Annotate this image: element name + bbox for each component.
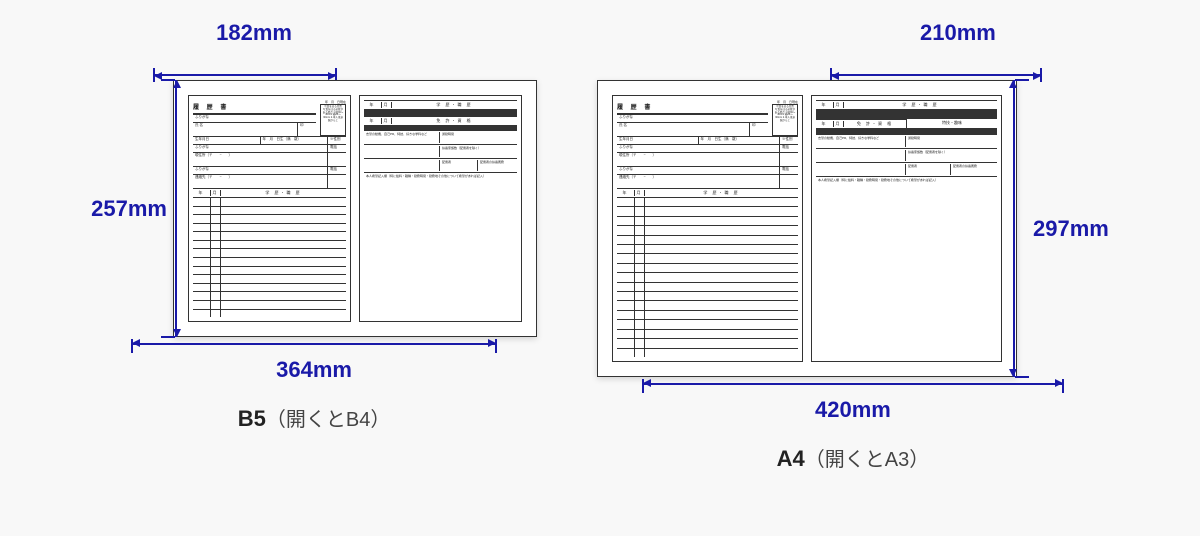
addr-furigana: ふりがな <box>193 145 328 152</box>
lic-skill-header-a4: 年月免 許・資 格 特技・趣味 <box>816 118 997 128</box>
a4-height-dim: 297mm <box>1023 216 1109 242</box>
telv-a4 <box>780 153 798 166</box>
tel-val <box>328 153 346 166</box>
motivation-label: 志望の動機、自己PR、特技、好きな学科など <box>366 132 439 143</box>
motivation-area <box>366 146 439 157</box>
contact-tel-val <box>328 175 346 188</box>
dependents-a4: 扶養家族数（配偶者を除く） <box>905 150 995 161</box>
commute-label: 通勤時間 <box>439 132 515 143</box>
edu-header-a4r: 年月学 歴・職 歴 <box>816 100 997 109</box>
edu-lines-b5 <box>193 197 346 317</box>
edu-lines-a4 <box>617 197 798 357</box>
gender-label: ※性別 <box>328 137 346 144</box>
a4-left-page: 履 歴 書 ふりがな 氏 名印 年 月 日現在 写真をはる位置 写真をはる必要が… <box>612 95 803 362</box>
bdv-a4: 年 月 日生（満 歳） <box>699 137 781 144</box>
diagram-container: 182mm 257mm <box>40 20 1160 472</box>
birthdate-val: 年 月 日生（満 歳） <box>261 137 329 144</box>
b5-top-dim-row <box>92 46 536 76</box>
lic-header-b5: 年月免 許・資 格 <box>364 116 517 125</box>
edu-header-a4: 年月学 歴・職 歴 <box>617 188 798 197</box>
a4-bottom-arrow <box>643 383 1063 397</box>
contact-label: 連絡先（〒 − ） <box>193 175 328 188</box>
a4-spread: 履 歴 書 ふりがな 氏 名印 年 月 日現在 写真をはる位置 写真をはる必要が… <box>597 80 1017 377</box>
dependents-label: 扶養家族数（配偶者を除く） <box>439 146 515 157</box>
name-label: 氏 名 <box>193 123 298 136</box>
addr-furi-a4: ふりがな <box>617 145 780 152</box>
b5-height-dim: 257mm <box>91 196 167 222</box>
skills-header-a4: 特技・趣味 <box>907 119 997 128</box>
motivation-area-2 <box>366 160 439 171</box>
b5-block: 182mm 257mm <box>91 20 537 432</box>
photo-box: 写真をはる位置 写真をはる必要がある場合 1.縦36〜40mm 横24〜30mm… <box>320 104 346 136</box>
birthdate-label: 生年月日 <box>193 137 261 144</box>
gender-a4: ※性別 <box>780 137 798 144</box>
motivation-area-a4-2 <box>818 164 905 175</box>
contact-tel-label: 電話 <box>328 167 346 174</box>
b5-caption: B5（開くとB4） <box>238 403 391 432</box>
doc-title-a4: 履 歴 書 <box>617 100 768 113</box>
b5-left-page: 履 歴 書 ふりがな 氏 名印 年 月 日現在 写真をはる位置 写真をはる必要が… <box>188 95 351 322</box>
seal-box: 印 <box>298 123 316 136</box>
con-telv-a4 <box>780 175 798 188</box>
a4-mid-row: 履 歴 書 ふりがな 氏 名印 年 月 日現在 写真をはる位置 写真をはる必要が… <box>597 80 1109 377</box>
spouse-label: 配偶者 <box>442 160 477 171</box>
bd-a4: 生年月日 <box>617 137 699 144</box>
a4-top-dim-row <box>603 46 1103 76</box>
a4-top-arrow <box>831 46 1041 76</box>
photo-box-a4: 写真をはる位置 写真をはる必要がある場合 1.縦36〜40mm 横24〜30mm… <box>772 104 798 136</box>
motivation-area-a4 <box>818 150 905 161</box>
b5-bottom-dim: 364mm <box>91 343 537 383</box>
spouse-a4: 配偶者 <box>908 164 950 175</box>
edu-lines-a4r <box>816 109 997 118</box>
edu-lines-b5r <box>364 109 517 116</box>
edu-header-b5: 年月学 歴・職 歴 <box>193 188 346 197</box>
edu-header-b5r: 年月学 歴・職 歴 <box>364 100 517 109</box>
b5-page-width-label: 182mm <box>216 20 292 46</box>
con-a4: 連絡先（〒 − ） <box>617 175 780 188</box>
wishes-label: 本人希望記入欄（特に給料・職種・勤務時間・勤務地その他について希望があれば記入） <box>366 174 486 194</box>
spouse-sup-a4: 配偶者の扶養義務 <box>950 164 995 175</box>
a4-bottom-dim: 420mm <box>597 383 1109 423</box>
a4-height-arrow <box>1013 80 1031 377</box>
tel-a4: 電話 <box>780 145 798 152</box>
commute-a4: 通勤時間 <box>905 136 995 147</box>
b5-spread: 履 歴 書 ふりがな 氏 名印 年 月 日現在 写真をはる位置 写真をはる必要が… <box>173 80 537 337</box>
seal-a4: 印 <box>750 123 768 136</box>
lower-boxes-b5: 志望の動機、自己PR、特技、好きな学科など通勤時間 扶養家族数（配偶者を除く） … <box>364 130 517 195</box>
b5-height-arrow <box>159 80 177 337</box>
contact-furigana: ふりがな <box>193 167 328 174</box>
wishes-a4: 本人希望記入欄（特に給料・職種・勤務時間・勤務地その他について希望があれば記入） <box>818 178 938 356</box>
lic-header-a4: 年月免 許・資 格 <box>816 119 907 128</box>
con-tel-a4: 電話 <box>780 167 798 174</box>
b5-spread-width-label: 364mm <box>276 357 352 383</box>
a4-right-page: 年月学 歴・職 歴 <box>811 95 1002 362</box>
spouse-support-label: 配偶者の扶養義務 <box>477 160 515 171</box>
a4-caption: A4（開くとA3） <box>777 443 930 472</box>
a4-spread-width-label: 420mm <box>815 397 891 423</box>
b5-mid-row: 257mm 履 歴 書 ふりがな <box>91 80 537 337</box>
b5-bottom-arrow <box>132 343 496 357</box>
furigana-label: ふりがな <box>193 115 316 122</box>
tel-label: 電話 <box>328 145 346 152</box>
addr-a4: 現住所（〒 − ） <box>617 153 780 166</box>
b5-height-label: 257mm <box>91 196 167 222</box>
a4-page-width-label: 210mm <box>920 20 996 46</box>
name-a4: 氏 名 <box>617 123 750 136</box>
con-furi-a4: ふりがな <box>617 167 780 174</box>
furigana-a4: ふりがな <box>617 115 768 122</box>
b5-top-arrow <box>154 46 336 76</box>
a4-block: 210mm 履 歴 書 <box>597 20 1109 472</box>
address-label: 現住所（〒 − ） <box>193 153 328 166</box>
lower-boxes-a4: 志望の動機、自己PR、特技、好きな学科など通勤時間 扶養家族数（配偶者を除く） … <box>816 134 997 357</box>
doc-title: 履 歴 書 <box>193 100 316 113</box>
motivation-a4: 志望の動機、自己PR、特技、好きな学科など <box>818 136 905 147</box>
b5-right-page: 年月学 歴・職 歴 年月免 許・資 格 <box>359 95 522 322</box>
a4-height-label: 297mm <box>1033 216 1109 242</box>
